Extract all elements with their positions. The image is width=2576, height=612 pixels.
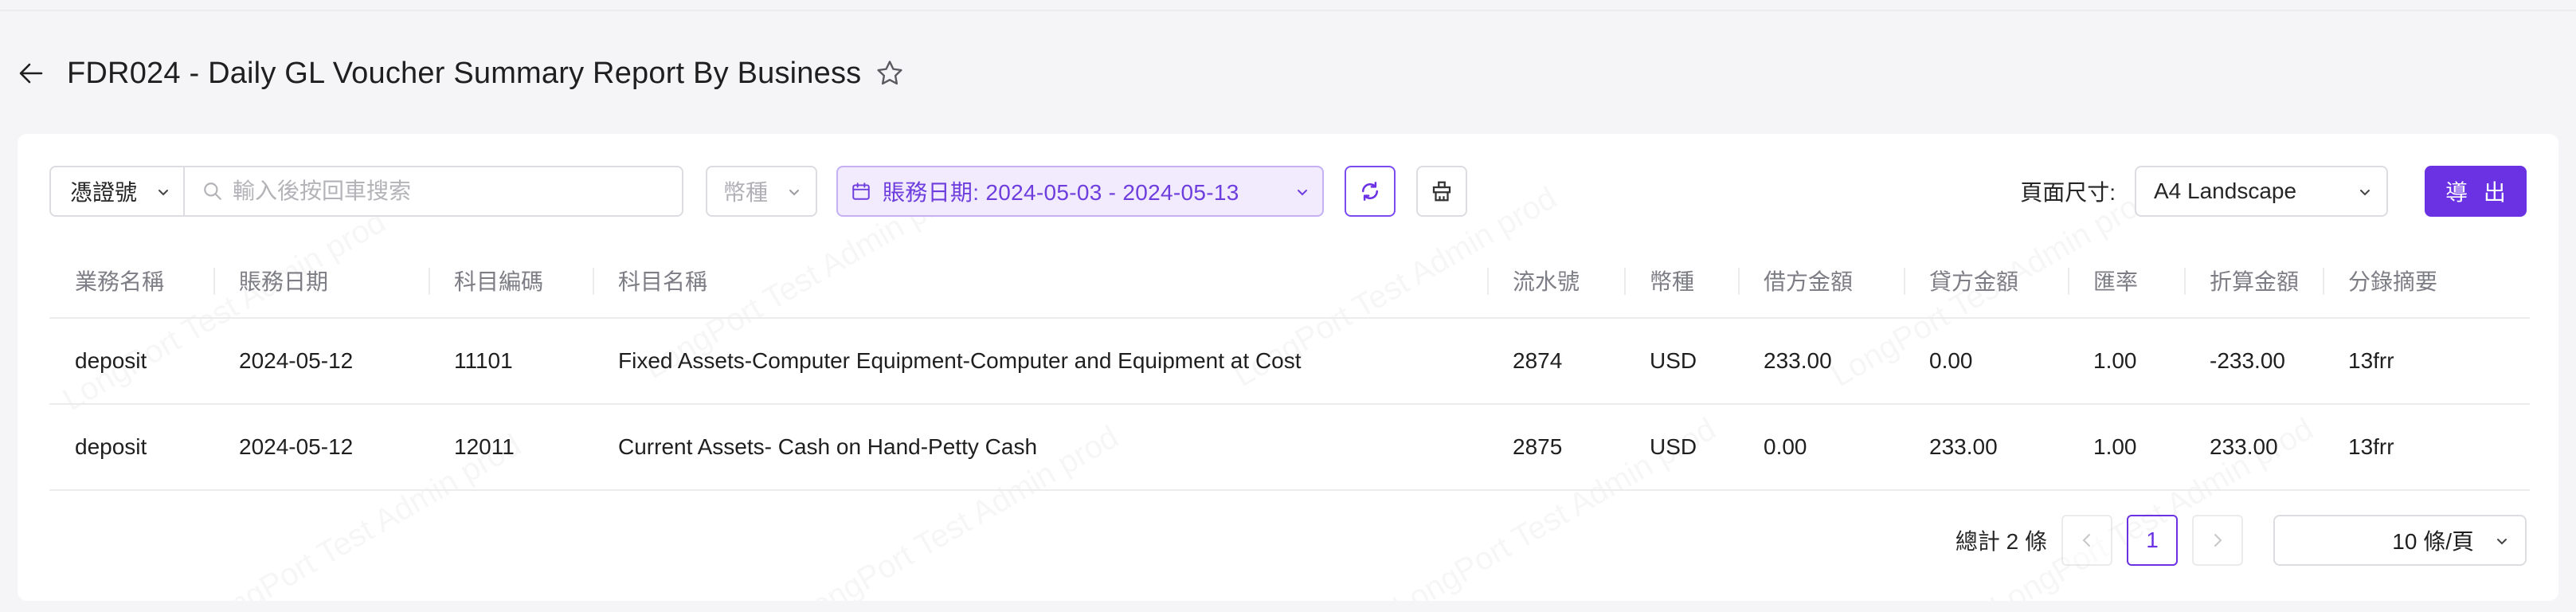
refresh-icon <box>1361 182 1379 201</box>
total-count: 總計 2 條 <box>1955 529 2047 554</box>
search-icon <box>204 182 221 200</box>
report-card: LongPort Test Admin prod LongPort Test A… <box>18 134 2558 601</box>
page-number-button[interactable]: 1 <box>2127 515 2178 566</box>
search-input[interactable] <box>233 178 663 204</box>
page-header: FDR024 - Daily GL Voucher Summary Report… <box>18 49 907 97</box>
currency-placeholder: 幣種 <box>723 180 769 205</box>
page-size-value: A4 Landscape <box>2154 178 2297 203</box>
table-cell: Fixed Assets-Computer Equipment-Computer… <box>618 348 1302 373</box>
chevron-down-icon <box>2497 539 2507 545</box>
table-cell: 2024-05-12 <box>239 434 354 459</box>
column-header: 賬務日期 <box>213 244 429 317</box>
filter-toolbar: 憑證號 幣種 賬務日期: 2024-05-03 - 2024-05-13 頁面尺… <box>49 166 2527 217</box>
column-header: 幣種 <box>1624 244 1738 317</box>
voucher-type-select[interactable]: 憑證號 <box>49 166 185 217</box>
table-header-row: 業務名稱 賬務日期 科目編碼 科目名稱 流水號 幣種 借方金額 貸方金額 匯率 … <box>49 244 2530 319</box>
table-cell: USD <box>1650 348 1697 373</box>
chevron-down-icon <box>1298 190 1307 196</box>
page-size-label: 頁面尺寸: <box>2020 180 2116 205</box>
table-row: deposit 2024-05-12 12011 Current Assets-… <box>49 405 2530 491</box>
top-bar <box>0 0 2576 11</box>
page-size-select[interactable]: A4 Landscape <box>2135 166 2388 217</box>
table-cell: 2024-05-12 <box>239 348 354 373</box>
date-range-picker[interactable]: 賬務日期: 2024-05-03 - 2024-05-13 <box>836 166 1324 217</box>
column-header: 貸方金額 <box>1904 244 2068 317</box>
table-cell: 2874 <box>1513 348 1563 373</box>
column-header: 科目編碼 <box>429 244 593 317</box>
table-cell: 0.00 <box>1764 434 1807 459</box>
chevron-right-icon <box>2214 534 2222 547</box>
table-cell: -233.00 <box>2210 348 2285 373</box>
table-cell: deposit <box>75 434 147 459</box>
star-outline-icon[interactable] <box>872 56 907 91</box>
per-page-select[interactable]: 10 條/頁 <box>2273 515 2527 566</box>
table-cell: deposit <box>75 348 147 373</box>
currency-select[interactable]: 幣種 <box>706 166 817 217</box>
chevron-down-icon <box>789 190 799 196</box>
pagination: 總計 2 條 1 10 條/頁 <box>1955 515 2527 566</box>
table-cell: Current Assets- Cash on Hand-Petty Cash <box>618 434 1038 459</box>
table-cell: 233.00 <box>2210 434 2278 459</box>
table-cell: 233.00 <box>1929 434 1998 459</box>
column-header: 業務名稱 <box>75 269 165 294</box>
voucher-type-value: 憑證號 <box>70 180 138 205</box>
column-header: 流水號 <box>1487 244 1624 317</box>
report-table: 業務名稱 賬務日期 科目編碼 科目名稱 流水號 幣種 借方金額 貸方金額 匯率 … <box>49 244 2530 491</box>
per-page-value: 10 條/頁 <box>2392 529 2474 554</box>
column-header: 分錄摘要 <box>2323 244 2530 317</box>
clear-filter-icon <box>1432 181 1451 202</box>
chevron-left-icon <box>2082 534 2090 547</box>
table-cell: 1.00 <box>2093 434 2137 459</box>
calendar-icon <box>852 182 870 200</box>
table-cell: 11101 <box>454 348 513 373</box>
prev-page-button[interactable] <box>2061 515 2112 566</box>
table-row: deposit 2024-05-12 11101 Fixed Assets-Co… <box>49 319 2530 405</box>
table-cell: 2875 <box>1513 434 1563 459</box>
chevron-down-icon <box>159 190 168 196</box>
column-header: 匯率 <box>2068 244 2184 317</box>
table-cell: USD <box>1650 434 1697 459</box>
refresh-button[interactable] <box>1345 166 1396 217</box>
page-title: FDR024 - Daily GL Voucher Summary Report… <box>67 56 862 90</box>
arrow-left-icon[interactable] <box>18 60 45 87</box>
table-cell: 233.00 <box>1764 348 1832 373</box>
clear-filter-button[interactable] <box>1416 166 1467 217</box>
date-range-label: 賬務日期: 2024-05-03 - 2024-05-13 <box>883 180 1239 205</box>
export-button[interactable]: 導 出 <box>2425 166 2527 217</box>
table-cell: 12011 <box>454 434 515 459</box>
column-header: 借方金額 <box>1738 244 1904 317</box>
chevron-down-icon <box>2360 190 2370 196</box>
table-cell: 0.00 <box>1929 348 1973 373</box>
table-cell: 13frr <box>2348 434 2394 459</box>
table-cell: 1.00 <box>2093 348 2137 373</box>
search-field[interactable] <box>183 166 683 217</box>
column-header: 折算金額 <box>2184 244 2323 317</box>
column-header: 科目名稱 <box>593 244 1487 317</box>
table-cell: 13frr <box>2348 348 2394 373</box>
next-page-button[interactable] <box>2192 515 2243 566</box>
